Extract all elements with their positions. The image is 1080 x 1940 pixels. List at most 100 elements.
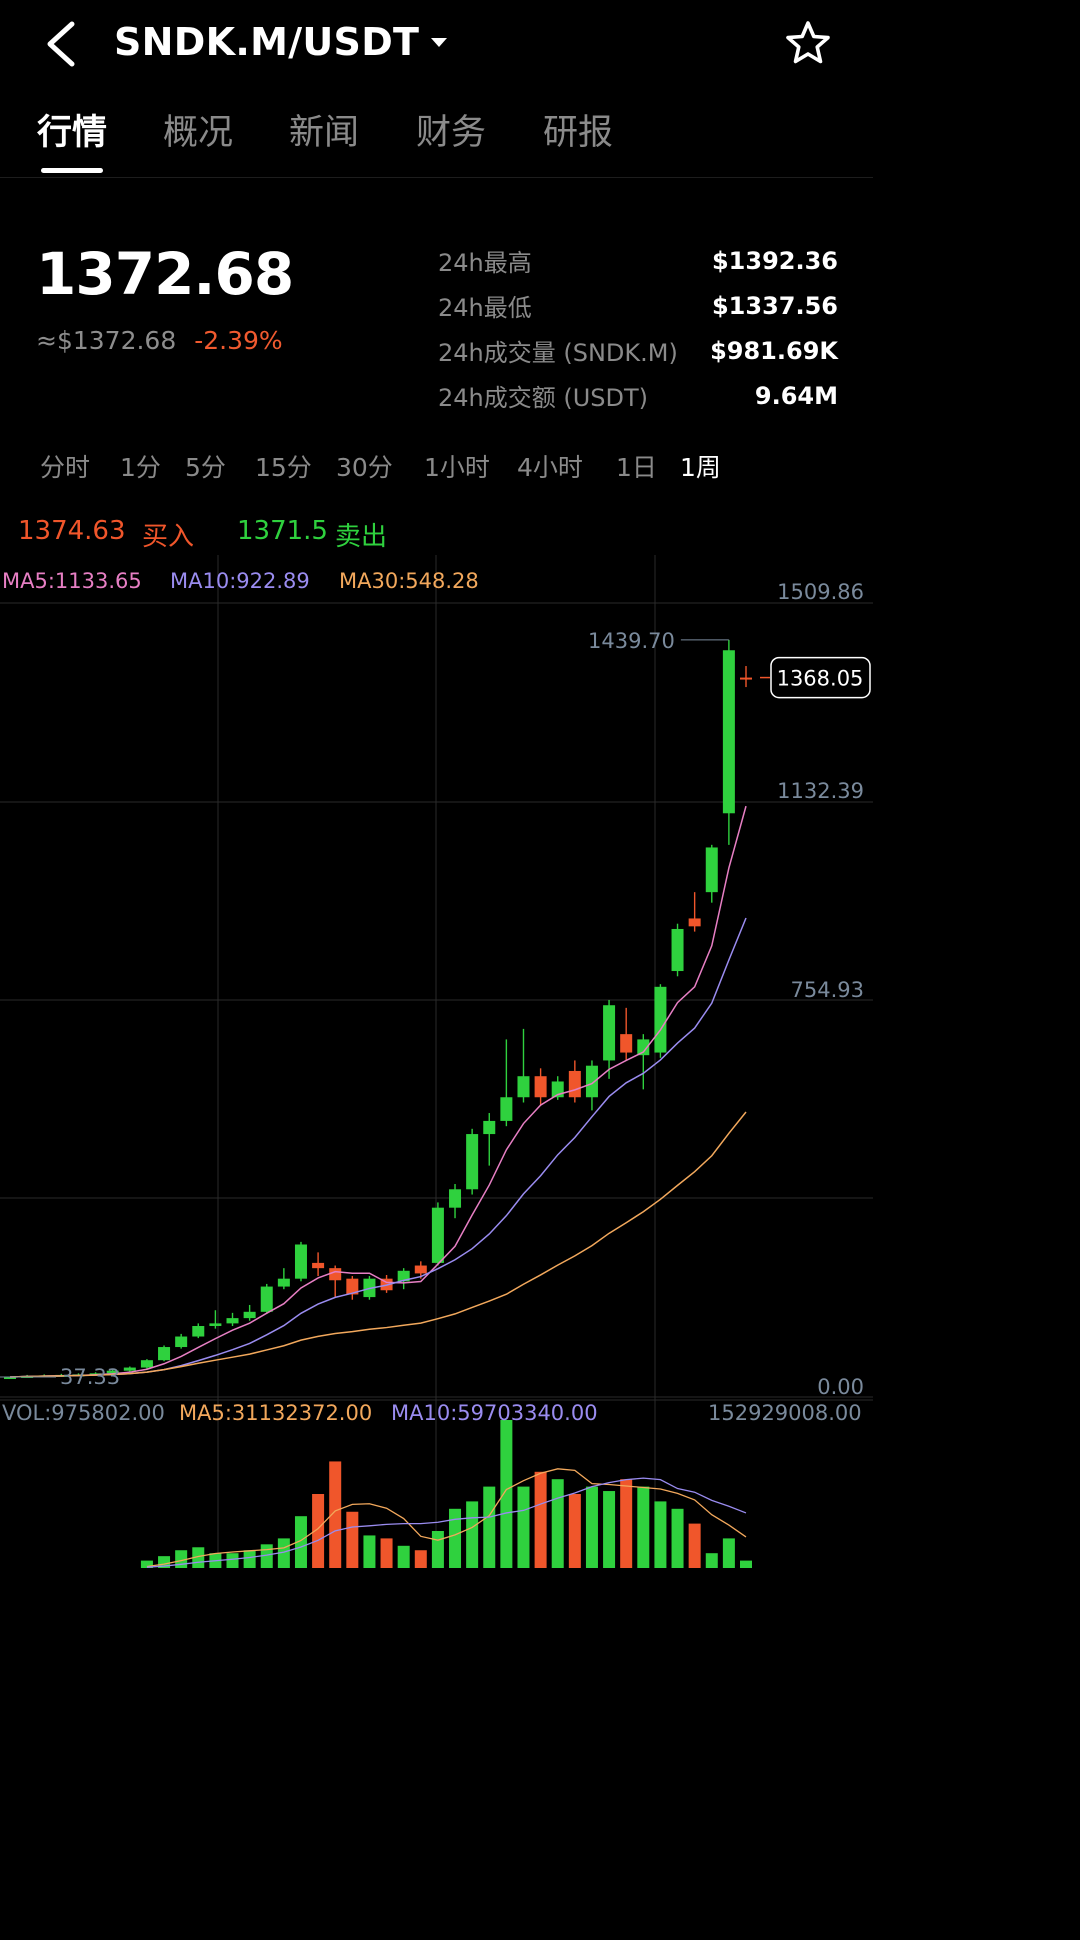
volume-bar (688, 1523, 701, 1568)
stat-label: 24h成交额 (USDT) (438, 384, 649, 412)
stats-panel: 24h最高 $1392.36 24h最低 $1337.56 24h成交量 (SN… (438, 238, 838, 418)
candle-body (722, 650, 735, 814)
candle-body (585, 1065, 598, 1098)
stat-value: 9.64M (754, 381, 838, 410)
candle-body (620, 1034, 633, 1053)
stat-row: 24h最低 $1337.56 (438, 283, 838, 328)
tab-overview[interactable]: 概况 (163, 104, 233, 155)
stat-value: $1392.36 (711, 246, 838, 275)
pair-selector[interactable]: SNDK.M/USDT (114, 20, 448, 64)
tab-news[interactable]: 新闻 (289, 104, 359, 155)
candle-body (654, 986, 667, 1053)
candle-body (312, 1262, 325, 1269)
candle-body (140, 1360, 153, 1368)
high-marker-label: 1439.70 (588, 629, 675, 653)
ma30-value: MA30:548.28 (339, 569, 479, 593)
candle-body (740, 677, 752, 680)
interval-1w[interactable]: 1周 (680, 448, 721, 484)
star-icon[interactable] (785, 20, 831, 66)
tab-research[interactable]: 研报 (543, 104, 613, 155)
stat-value: $981.69K (710, 336, 838, 365)
candle-body (431, 1207, 444, 1263)
stat-label: 24h最低 (438, 294, 532, 322)
volume-bar (380, 1538, 393, 1568)
candle-body (294, 1244, 307, 1279)
candle-body (414, 1265, 427, 1274)
ma10-line (9, 917, 747, 1378)
candle-body (483, 1120, 496, 1135)
candle-body (517, 1076, 530, 1098)
stat-label: 24h最高 (438, 249, 532, 277)
interval-4h[interactable]: 4小时 (517, 448, 583, 484)
stat-row: 24h最高 $1392.36 (438, 238, 838, 283)
volume-bar (483, 1486, 496, 1568)
last-price: 1372.68 (36, 240, 294, 308)
volume-bar (705, 1553, 718, 1568)
candle-body (500, 1097, 513, 1121)
candle-body (329, 1268, 342, 1281)
volume-bar (414, 1550, 427, 1568)
volume-bar (466, 1501, 479, 1568)
approx-usd: ≈$1372.68 (36, 326, 177, 355)
candle-body (192, 1326, 205, 1337)
current-price-tag: 1368.05 (777, 667, 864, 691)
volume-bar (449, 1508, 462, 1568)
price-sub: ≈$1372.68 -2.39% (36, 326, 283, 355)
tab-market[interactable]: 行情 (37, 104, 107, 155)
candle-body (603, 1005, 616, 1061)
stat-label: 24h成交量 (SNDK.M) (438, 339, 678, 367)
y-axis-label: 1132.39 (777, 779, 864, 803)
volume-bar (517, 1486, 530, 1568)
candle-body (158, 1347, 171, 1361)
volume-bar (671, 1508, 684, 1568)
interval-1h[interactable]: 1小时 (424, 448, 490, 484)
volume-bar (740, 1560, 752, 1568)
candle-body (243, 1311, 256, 1319)
pair-name: SNDK.M/USDT (114, 20, 420, 64)
candle-body (534, 1076, 547, 1098)
stat-row: 24h成交量 (SNDK.M) $981.69K (438, 328, 838, 373)
interval-15m[interactable]: 15分 (255, 448, 312, 484)
volume-bar (722, 1538, 735, 1568)
candle-body (705, 847, 718, 893)
ma10-value: MA10:922.89 (170, 569, 310, 593)
interval-1d[interactable]: 1日 (616, 448, 657, 484)
interval-5m[interactable]: 5分 (185, 448, 226, 484)
back-arrow-icon[interactable] (40, 18, 84, 70)
vol-value: VOL:975802.00 (2, 1401, 165, 1425)
bid-price: 1374.63 (18, 516, 126, 546)
volume-bar (346, 1511, 359, 1568)
volume-bar (585, 1486, 598, 1568)
y-axis-label: 0.00 (817, 1375, 864, 1399)
ma5-value: MA5:1133.65 (2, 569, 142, 593)
stat-value: $1337.56 (711, 291, 838, 320)
volume-bar (568, 1494, 581, 1568)
ask-label: 卖出 (335, 522, 388, 552)
candle-body (123, 1367, 136, 1371)
volume-bar (551, 1479, 564, 1568)
volume-bar (226, 1553, 239, 1568)
interval-30m[interactable]: 30分 (336, 448, 393, 484)
stat-row: 24h成交额 (USDT) 9.64M (438, 373, 838, 418)
interval-1m[interactable]: 1分 (120, 448, 161, 484)
volume-bar (637, 1486, 650, 1568)
top-bar: SNDK.M/USDT (0, 0, 873, 88)
candle-body (175, 1336, 188, 1348)
candle-body (568, 1070, 581, 1098)
active-tab-indicator (41, 168, 103, 173)
vol-axis-max: 152929008.00 (708, 1401, 862, 1425)
vol-ma5-value: MA5:31132372.00 (179, 1401, 373, 1425)
volume-bar (603, 1491, 616, 1568)
candle-body (688, 918, 701, 927)
candle-body (449, 1189, 462, 1208)
candle-body (260, 1286, 273, 1312)
interval-timeshare[interactable]: 分时 (40, 448, 90, 484)
y-axis-label: 754.93 (791, 978, 864, 1002)
candle-body (466, 1134, 479, 1190)
low-marker-label: 37.33 (60, 1365, 120, 1389)
tab-finance[interactable]: 财务 (416, 104, 486, 155)
volume-bar (534, 1471, 547, 1568)
volume-bar (620, 1479, 633, 1568)
change-percent: -2.39% (194, 326, 283, 355)
vol-ma10-value: MA10:59703340.00 (391, 1401, 598, 1425)
